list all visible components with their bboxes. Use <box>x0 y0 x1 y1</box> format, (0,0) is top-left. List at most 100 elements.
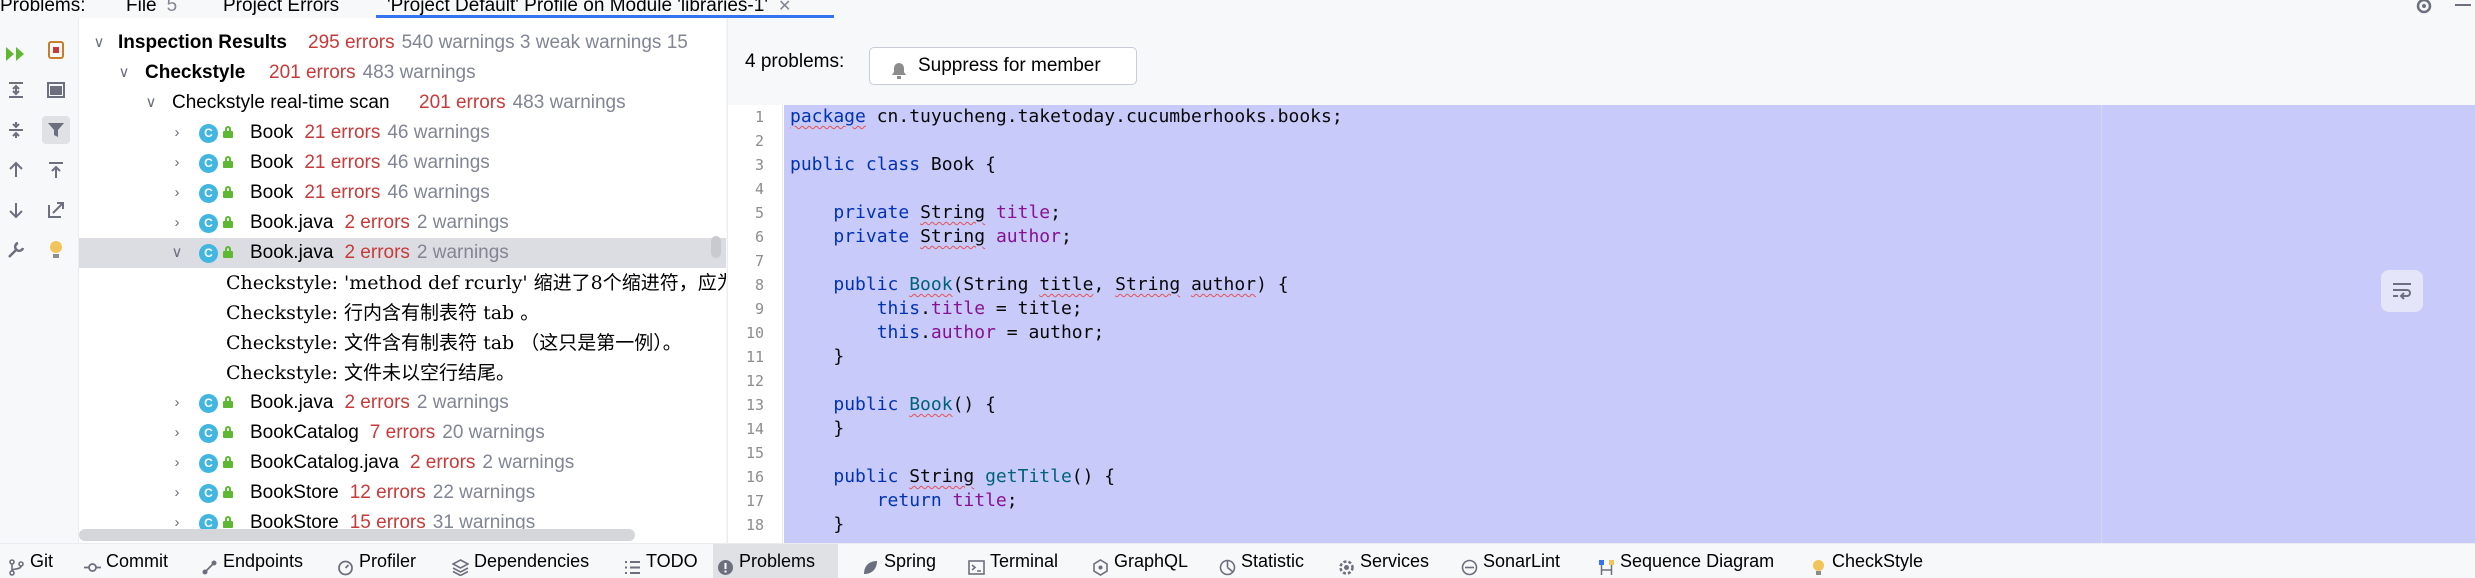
line-number: 11 <box>745 348 764 366</box>
code-token: title <box>995 202 1051 223</box>
suppress-for-member-button[interactable]: Suppress for member <box>869 47 1137 85</box>
tree-row-file[interactable]: › C BookCatalog.java 2 errors 2 warnings <box>79 448 726 478</box>
code-token: . <box>920 298 931 319</box>
export-report-icon[interactable] <box>42 36 70 64</box>
tree-row-checkstyle[interactable]: ∨ Checkstyle 201 errors 483 warnings <box>79 58 726 88</box>
tool-statistic[interactable]: Statistic <box>1215 544 1304 578</box>
code-token: String <box>920 226 986 247</box>
class-icon: C <box>199 394 218 413</box>
wrench-icon[interactable] <box>2 236 30 264</box>
tool-todo[interactable]: TODO <box>620 544 698 578</box>
tree-row-file-selected[interactable]: ∨ C Book.java 2 errors 2 warnings <box>79 238 726 268</box>
autoscroll-to-source-icon[interactable] <box>42 156 70 184</box>
tree-row-problem[interactable]: Checkstyle: 文件未以空行结尾。 <box>79 358 726 388</box>
code-token: . <box>920 322 931 343</box>
line-number: 9 <box>754 300 764 318</box>
code-token: Book <box>909 274 953 295</box>
tab-file-count: 5 <box>166 0 178 16</box>
gear-icon[interactable] <box>2414 0 2434 16</box>
tool-services[interactable]: Services <box>1334 544 1429 578</box>
soft-wrap-button[interactable] <box>2381 270 2423 312</box>
code-token: title <box>952 490 1007 511</box>
tree-row-file[interactable]: › C Book 21 errors 46 warnings <box>79 148 726 178</box>
tree-row-problem[interactable]: Checkstyle: 文件含有制表符 tab （这只是第一例）。 <box>79 328 726 358</box>
code-line: private String author; <box>790 225 1071 249</box>
chevron-right-icon[interactable]: › <box>167 178 187 208</box>
tab-file[interactable]: File 5 <box>126 0 177 18</box>
code-token: String <box>1115 274 1181 295</box>
chevron-down-icon[interactable]: ∨ <box>167 238 187 268</box>
services-icon <box>1338 553 1355 575</box>
chevron-right-icon[interactable]: › <box>167 448 187 478</box>
chevron-right-icon[interactable]: › <box>167 148 187 178</box>
chevron-down-icon[interactable]: ∨ <box>89 28 109 58</box>
tool-sequence-diagram[interactable]: Sequence Diagram <box>1594 544 1774 578</box>
code-token: } <box>790 346 845 367</box>
code-token: private <box>833 202 921 223</box>
minimize-icon[interactable] <box>2455 4 2471 6</box>
tree-row-file[interactable]: › C BookStore 12 errors 22 warnings <box>79 478 726 508</box>
chevron-right-icon[interactable]: › <box>167 118 187 148</box>
class-icon: C <box>199 154 218 173</box>
line-number: 13 <box>745 396 764 414</box>
expand-all-icon[interactable] <box>2 76 30 104</box>
chevron-right-icon[interactable]: › <box>167 418 187 448</box>
tool-problems[interactable]: Problems <box>713 544 838 578</box>
line-number: 4 <box>754 180 764 198</box>
horizontal-scrollbar[interactable] <box>79 529 635 541</box>
tree-row-file[interactable]: › C BookCatalog 7 errors 20 warnings <box>79 418 726 448</box>
code-token: String <box>920 202 986 223</box>
line-number: 16 <box>745 468 764 486</box>
previous-problem-icon[interactable] <box>2 156 30 184</box>
lightbulb-icon[interactable] <box>42 236 70 264</box>
chevron-right-icon[interactable]: › <box>167 478 187 508</box>
tool-dependencies[interactable]: Dependencies <box>448 544 589 578</box>
problems-toolbar <box>0 18 78 543</box>
code-token: } <box>790 514 845 535</box>
tool-spring[interactable]: Spring <box>858 544 936 578</box>
chevron-right-icon[interactable]: › <box>167 208 187 238</box>
tree-row-file[interactable]: › C Book.java 2 errors 2 warnings <box>79 388 726 418</box>
filter-icon[interactable] <box>42 116 70 144</box>
tool-commit[interactable]: Commit <box>80 544 168 578</box>
code-token: return <box>876 490 953 511</box>
code-token: author <box>930 322 996 343</box>
tree-row-inspection-results[interactable]: ∨ Inspection Results 295 errors 540 warni… <box>79 28 726 58</box>
tool-sonarlint[interactable]: SonarLint <box>1457 544 1560 578</box>
tree-row-checkstyle-realtime[interactable]: ∨ Checkstyle real-time scan 201 errors 48… <box>79 88 726 118</box>
sequence-diagram-icon <box>1598 553 1615 575</box>
vertical-scrollbar[interactable] <box>711 236 721 258</box>
code-token: author <box>1191 274 1257 295</box>
code-token: Book { <box>930 154 996 175</box>
code-editor[interactable]: 1 2 3 4 5 6 7 8 9 10 11 12 13 14 15 16 1… <box>728 105 2475 543</box>
tool-git[interactable]: Git <box>4 544 53 578</box>
tree-row-file[interactable]: › C Book 21 errors 46 warnings <box>79 178 726 208</box>
sonarlint-icon <box>1461 553 1478 576</box>
tree-row-file[interactable]: › C Book 21 errors 46 warnings <box>79 118 726 148</box>
lock-icon <box>223 486 233 498</box>
tool-endpoints[interactable]: Endpoints <box>197 544 303 578</box>
tree-row-problem[interactable]: Checkstyle: 'method def rcurly' 缩进了8个缩进符… <box>79 268 726 298</box>
next-problem-icon[interactable] <box>2 196 30 224</box>
code-area-selected[interactable]: package cn.tuyucheng.taketoday.cucumberh… <box>784 105 2475 543</box>
tool-graphql[interactable]: GraphQL <box>1088 544 1188 578</box>
close-icon[interactable]: ✕ <box>778 0 791 15</box>
collapse-all-icon[interactable] <box>2 116 30 144</box>
export-icon[interactable] <box>42 196 70 224</box>
rerun-icon[interactable] <box>2 40 30 68</box>
tree-row-problem[interactable]: Checkstyle: 行内含有制表符 tab 。 <box>79 298 726 328</box>
tool-profiler[interactable]: Profiler <box>333 544 416 578</box>
chevron-down-icon[interactable]: ∨ <box>141 88 161 118</box>
preview-icon[interactable] <box>42 76 70 104</box>
code-token: = title; <box>985 298 1083 319</box>
chevron-right-icon[interactable]: › <box>167 388 187 418</box>
tool-checkstyle[interactable]: CheckStyle <box>1806 544 1923 578</box>
line-number: 6 <box>754 228 764 246</box>
code-token: } <box>790 418 845 439</box>
tree-row-file[interactable]: › C Book.java 2 errors 2 warnings <box>79 208 726 238</box>
chevron-down-icon[interactable]: ∨ <box>114 58 134 88</box>
tab-project-errors[interactable]: Project Errors <box>223 0 339 18</box>
tool-terminal[interactable]: Terminal <box>964 544 1058 578</box>
